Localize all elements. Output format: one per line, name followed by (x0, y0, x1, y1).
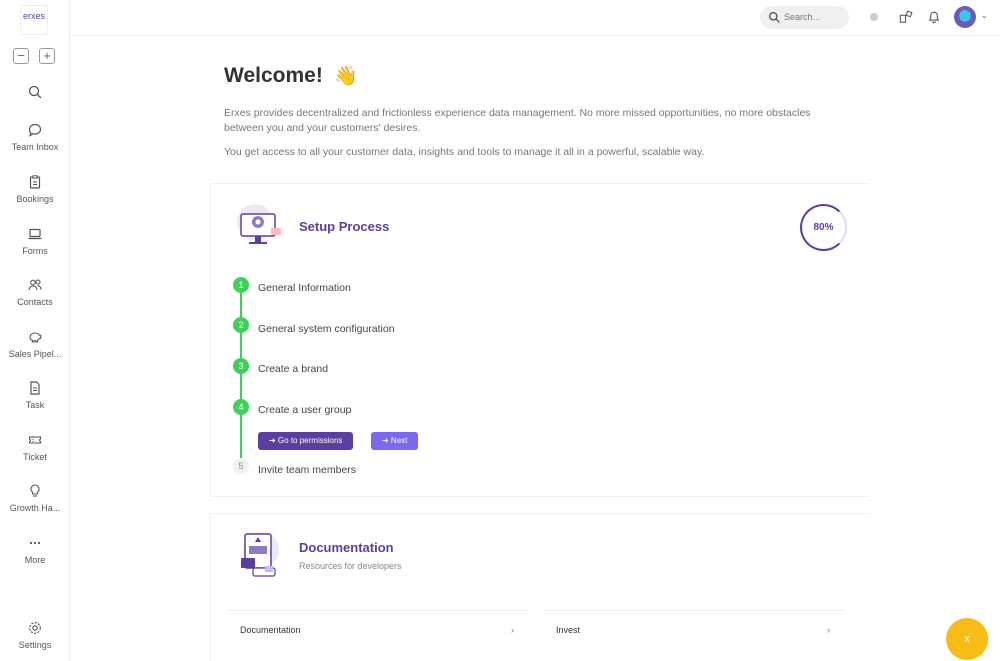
next-button[interactable]: ➜ Next (371, 432, 419, 450)
sidebar-item-label: Team Inbox (11, 142, 59, 152)
setup-process-card: Setup Process 80% 1 General Information … (210, 183, 870, 497)
file-icon (27, 380, 43, 396)
widgets-icon[interactable] (899, 10, 913, 24)
sidebar-item-ticket[interactable]: Ticket (0, 432, 70, 462)
avatar[interactable] (954, 6, 976, 28)
chevron-right-icon: › (511, 625, 514, 635)
step-number-3: 3 (233, 358, 249, 374)
documentation-title: Documentation (299, 540, 394, 555)
chat-icon (27, 122, 43, 138)
ticket-icon (27, 432, 43, 448)
setup-process-title: Setup Process (299, 219, 390, 234)
search-icon (769, 12, 780, 23)
sidebar-item-sales-pipeline[interactable]: Sales Pipel... (0, 329, 70, 359)
progress-circle: 80% (800, 204, 847, 251)
sidebar-item-label: Forms (22, 246, 48, 256)
sidebar-item-contacts[interactable]: Contacts (0, 277, 70, 307)
help-fab-button[interactable]: x (946, 618, 988, 660)
sidebar-item-label: Task (25, 400, 45, 410)
sidebar-item-task[interactable]: Task (0, 380, 70, 410)
link-label: Invest (556, 625, 581, 635)
sidebar-item-label: More (24, 555, 46, 565)
sidebar-item-label: Contacts (17, 297, 53, 307)
go-to-permissions-button[interactable]: ➜ Go to permissions (258, 432, 354, 450)
link-label: Documentation (240, 625, 301, 635)
sidebar-item-team-inbox[interactable]: Team Inbox (0, 122, 70, 152)
step-label-5[interactable]: Invite team members (258, 464, 356, 476)
sidebar-item-forms[interactable]: Forms (0, 226, 70, 256)
step-number-5: 5 (233, 458, 249, 474)
step-number-1: 1 (233, 277, 249, 293)
step-number-4: 4 (233, 399, 249, 415)
steps-line (240, 284, 242, 464)
sidebar-item-label: Ticket (23, 452, 47, 462)
invest-link[interactable]: Invest › (544, 610, 844, 648)
chevron-down-icon[interactable]: ⌄ (981, 11, 988, 20)
documentation-subtitle: Resources for developers (299, 561, 402, 571)
status-dot (870, 13, 878, 21)
sidebar-item-more[interactable]: More (0, 535, 70, 565)
gear-icon (27, 620, 43, 636)
sidebar-item-label: Sales Pipel... (8, 349, 62, 359)
sidebar-item-label: Settings (18, 640, 52, 650)
sidebar-item-label: Growth Ha... (9, 503, 61, 513)
page-title: Welcome! (224, 64, 323, 87)
wave-emoji: 👋 (334, 66, 358, 87)
documentation-illustration-icon (241, 532, 279, 577)
step-label-4[interactable]: Create a user group (258, 404, 351, 416)
zoom-out-button[interactable]: − (13, 48, 29, 64)
more-icon (27, 535, 43, 551)
sidebar-item-bookings[interactable]: Bookings (0, 174, 70, 204)
intro-paragraph: Erxes provides decentralized and frictio… (224, 107, 811, 134)
bell-icon[interactable] (927, 10, 941, 24)
search-input[interactable]: Search... (760, 6, 849, 29)
piggy-bank-icon (27, 329, 43, 345)
documentation-card: Documentation Resources for developers D… (210, 513, 870, 661)
documentation-link[interactable]: Documentation › (228, 610, 528, 648)
chevron-right-icon: › (827, 625, 830, 635)
bulb-icon (27, 483, 43, 499)
setup-illustration-icon (237, 204, 281, 244)
intro-paragraph-2: You get access to all your customer data… (224, 146, 705, 158)
sidebar-item-search[interactable] (0, 84, 70, 104)
step-label-1[interactable]: General Information (258, 282, 351, 294)
topbar: Search... ⌄ (70, 0, 1000, 36)
sidebar-item-growth-hacking[interactable]: Growth Ha... (0, 483, 70, 513)
logo[interactable]: erxes (20, 5, 48, 35)
zoom-in-button[interactable]: + (39, 48, 55, 64)
step-label-2[interactable]: General system configuration (258, 323, 395, 335)
sidebar: erxes − + Team Inbox Bookings Forms Cont… (0, 0, 70, 661)
step-number-2: 2 (233, 317, 249, 333)
sidebar-item-settings[interactable]: Settings (0, 620, 70, 650)
search-icon (27, 84, 43, 100)
sidebar-item-label: Bookings (16, 194, 54, 204)
clipboard-icon (27, 174, 43, 190)
search-placeholder: Search... (784, 12, 821, 22)
users-icon (27, 277, 43, 293)
step-label-3[interactable]: Create a brand (258, 363, 328, 375)
laptop-icon (27, 226, 43, 242)
